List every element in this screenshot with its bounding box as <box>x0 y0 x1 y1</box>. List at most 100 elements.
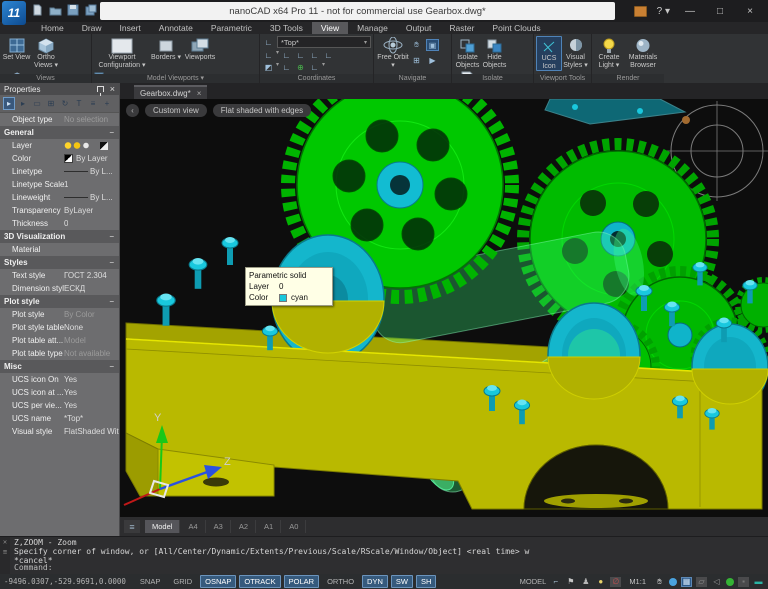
property-row[interactable]: Linetype By L... <box>0 165 119 178</box>
collapse-section-icon[interactable] <box>109 362 114 371</box>
ribbon-tab[interactable]: Output <box>397 22 441 34</box>
materials-browser-button[interactable]: Materials Browser <box>624 36 662 69</box>
free-orbit-button[interactable]: Free Orbit ▾ <box>376 36 410 69</box>
maximize-button[interactable]: □ <box>710 6 730 17</box>
command-line-panel[interactable]: ✕ ≡ Z,ZOOM - Zoom Specify corner of wind… <box>0 536 768 574</box>
select-tool-icon[interactable]: ▸ <box>3 97 15 110</box>
visual-style-pill[interactable]: Flat shaded with edges <box>213 104 311 117</box>
command-prompt[interactable]: Command: <box>14 563 53 573</box>
ucs-world-icon[interactable]: ∟ <box>262 36 275 48</box>
ucs-select[interactable]: *Top*▾ <box>277 36 371 48</box>
ortho-views-button[interactable]: Ortho Views ▾ <box>31 36 61 69</box>
property-row[interactable]: Transparency ByLayer <box>0 204 119 217</box>
pin-icon[interactable] <box>97 86 104 92</box>
notifications-icon[interactable]: ▪ <box>738 577 749 587</box>
borders-button[interactable]: Borders ▾ <box>150 36 182 69</box>
status-toggle[interactable]: SH <box>416 575 436 588</box>
ribbon-tab[interactable]: Point Clouds <box>483 22 549 34</box>
pointer-tool-icon[interactable]: ▸ <box>17 97 29 110</box>
ucs-origin-icon[interactable]: ⊕ <box>294 61 307 73</box>
pan-hand-icon[interactable]: ✋︎ <box>654 577 665 587</box>
ribbon-tab[interactable]: Insert <box>111 22 150 34</box>
workspace-icon[interactable]: ⌐ <box>550 577 561 587</box>
bulb-icon[interactable]: ● <box>595 577 606 587</box>
layout-tab[interactable]: A0 <box>282 520 306 533</box>
ucs-3point-icon[interactable]: ∟ <box>322 49 335 61</box>
speaker-icon[interactable]: ◁ <box>711 577 722 587</box>
property-row[interactable]: UCS per vie... Yes <box>0 399 119 412</box>
collapse-section-icon[interactable] <box>109 297 114 306</box>
layout-tab[interactable]: A1 <box>257 520 281 533</box>
view-name-pill[interactable]: Custom view <box>145 104 207 117</box>
status-toggle[interactable]: GRID <box>168 575 197 588</box>
ucs-move-icon[interactable]: ∟ <box>308 61 321 73</box>
layout-tab[interactable]: Model <box>145 520 180 533</box>
ucs-view-icon[interactable]: ∟ <box>280 61 293 73</box>
ribbon-tab[interactable]: View <box>312 22 348 34</box>
property-row[interactable]: Plot style <box>0 295 119 308</box>
app-logo[interactable]: 11 <box>2 1 26 25</box>
list-tool-icon[interactable]: ≡ <box>87 97 99 110</box>
close-tab-icon[interactable]: × <box>197 89 202 98</box>
promo-icon[interactable] <box>634 6 647 17</box>
collapse-section-icon[interactable] <box>109 232 114 241</box>
property-row[interactable]: UCS name *Top* <box>0 412 119 425</box>
layout-menu-icon[interactable]: ≡ <box>124 520 140 533</box>
ribbon-tab[interactable]: Home <box>32 22 73 34</box>
property-row[interactable]: Plot table type Not available <box>0 347 119 360</box>
ribbon-tab[interactable]: Draw <box>73 22 111 34</box>
viewports-button[interactable]: Viewports <box>182 36 218 69</box>
property-row[interactable]: UCS icon On Yes <box>0 373 119 386</box>
viewport-configuration-button[interactable]: Viewport Configuration ▾ <box>94 36 150 69</box>
new-file-icon[interactable] <box>30 3 44 17</box>
close-panel-icon[interactable]: × <box>110 84 115 94</box>
rectangle-select-icon[interactable]: ▭ <box>31 97 43 110</box>
zoom-window-icon[interactable]: ⊞ <box>410 54 423 66</box>
walk-icon[interactable]: ▣ <box>426 39 439 51</box>
user-icon[interactable]: ♟ <box>580 577 591 587</box>
property-row[interactable]: Color By Layer <box>0 152 119 165</box>
move-tool-icon[interactable]: + <box>101 97 113 110</box>
status-toggle[interactable]: POLAR <box>284 575 319 588</box>
property-row[interactable]: Dimension style ЕСКД <box>0 282 119 295</box>
ucs-icon-button[interactable]: UCS Icon <box>536 36 562 71</box>
status-toggle[interactable]: ORTHO <box>322 575 359 588</box>
property-row[interactable]: Object type No selection <box>0 113 119 126</box>
layout-tab[interactable]: A3 <box>207 520 231 533</box>
minimize-button[interactable]: — <box>680 6 700 17</box>
property-row[interactable]: 3D Visualization <box>0 230 119 243</box>
status-toggle[interactable]: OSNAP <box>200 575 236 588</box>
orbit-dot-icon[interactable] <box>669 578 677 586</box>
refresh-icon[interactable]: ↻ <box>59 97 71 110</box>
ribbon-tab[interactable]: 3D Tools <box>261 22 312 34</box>
help-button[interactable]: ? ▾ <box>657 6 670 17</box>
status-ok-icon[interactable] <box>726 578 734 586</box>
monitor-icon[interactable]: ▬ <box>753 577 764 587</box>
text-tool-icon[interactable]: T <box>73 97 85 110</box>
flag-icon[interactable]: ⚑ <box>565 577 576 587</box>
property-row[interactable]: Misc <box>0 360 119 373</box>
open-file-icon[interactable] <box>48 3 62 17</box>
property-row[interactable]: Layer <box>0 139 119 152</box>
hide-objects-button[interactable]: Hide Objects <box>481 36 508 69</box>
layout-tab[interactable]: A4 <box>181 520 205 533</box>
close-button[interactable]: × <box>740 6 760 17</box>
layout-tab[interactable]: A2 <box>232 520 256 533</box>
collapse-section-icon[interactable] <box>109 128 114 137</box>
property-row[interactable]: UCS icon at ... Yes <box>0 386 119 399</box>
chevron-down-icon[interactable]: ▾ <box>322 61 325 73</box>
property-row[interactable]: Linetype Scale 1 <box>0 178 119 191</box>
grid-view-icon[interactable]: ▦ <box>681 577 692 587</box>
view-back-button[interactable]: ‹ <box>126 104 139 117</box>
status-toggle[interactable]: SW <box>391 575 413 588</box>
status-toggle[interactable]: OTRACK <box>239 575 280 588</box>
property-row[interactable]: Plot style By Color <box>0 308 119 321</box>
visual-styles-button[interactable]: Visual Styles ▾ <box>562 36 589 71</box>
model-space-label[interactable]: MODEL <box>520 577 547 586</box>
property-row[interactable]: Thickness 0 <box>0 217 119 230</box>
create-light-button[interactable]: Create Light ▾ <box>594 36 624 69</box>
status-toggle[interactable]: SNAP <box>135 575 165 588</box>
property-row[interactable]: Plot table att... Model <box>0 334 119 347</box>
model-viewport[interactable]: Y Z ‹ Custom view Flat shaded with edges… <box>120 99 768 517</box>
collapse-section-icon[interactable] <box>109 258 114 267</box>
